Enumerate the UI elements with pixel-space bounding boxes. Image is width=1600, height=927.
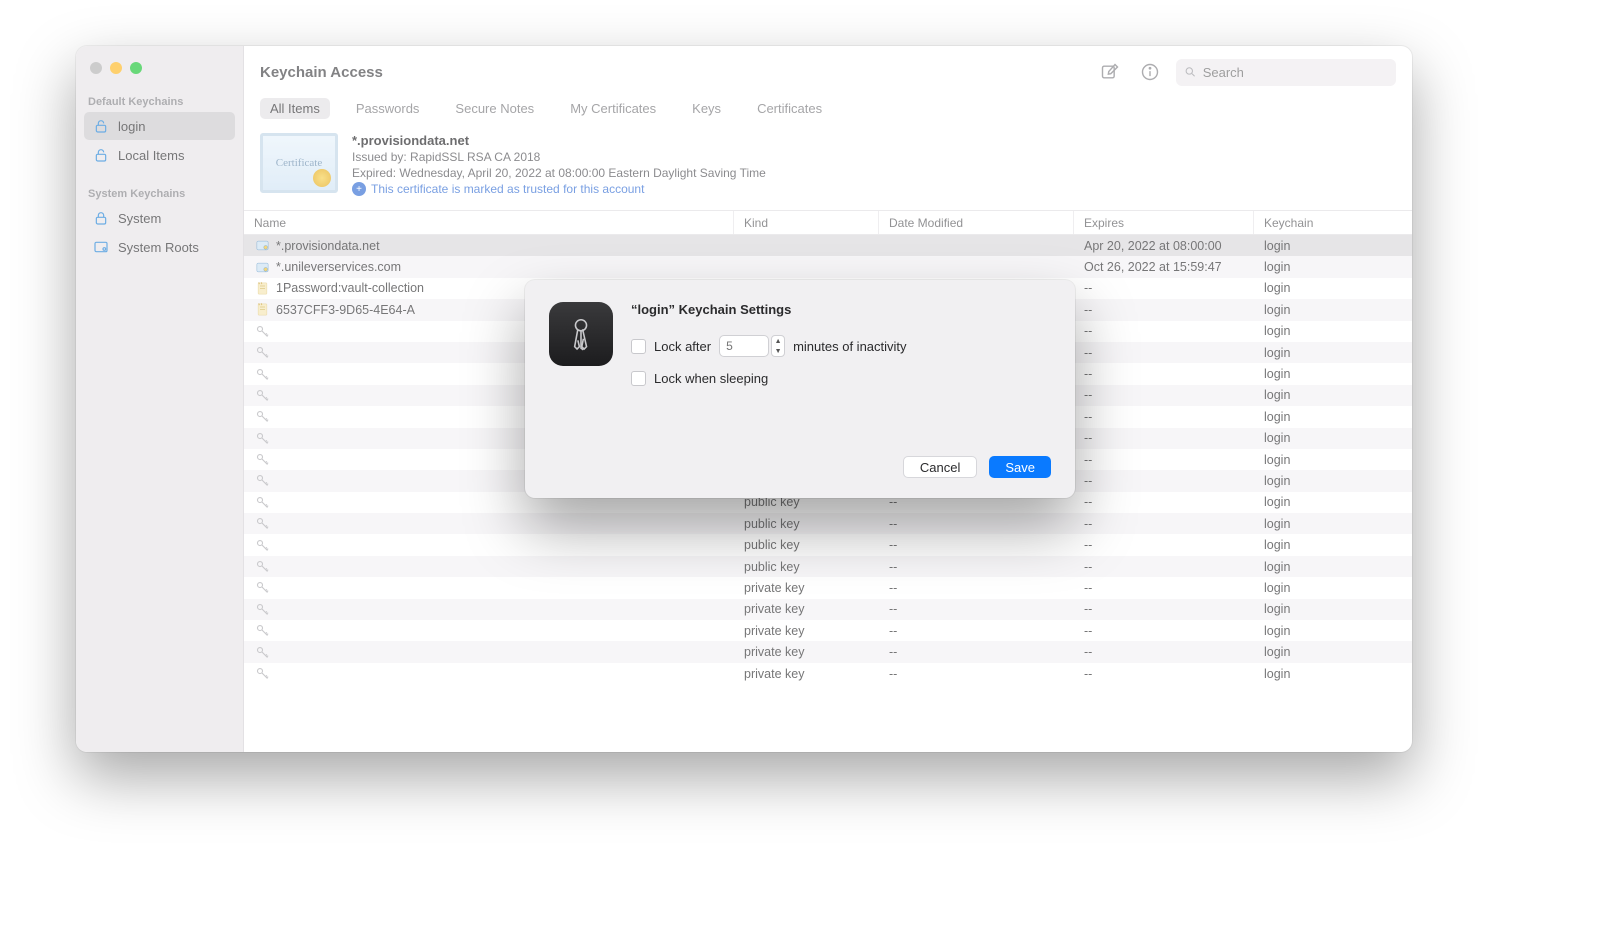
dialog-overlay: “login” Keychain Settings Lock after ▲ ▼… xyxy=(0,0,1600,927)
lock-sleep-checkbox[interactable] xyxy=(631,371,646,386)
lock-sleep-label: Lock when sleeping xyxy=(654,371,768,386)
lock-after-stepper: ▲ ▼ xyxy=(719,335,785,357)
save-button[interactable]: Save xyxy=(989,456,1051,478)
lock-after-input[interactable] xyxy=(719,335,769,357)
keychain-settings-dialog: “login” Keychain Settings Lock after ▲ ▼… xyxy=(525,280,1075,498)
lock-sleep-row: Lock when sleeping xyxy=(631,371,1051,386)
dialog-body: “login” Keychain Settings Lock after ▲ ▼… xyxy=(631,302,1051,478)
keychain-app-icon xyxy=(549,302,613,366)
cancel-button[interactable]: Cancel xyxy=(903,456,977,478)
stepper-down-icon[interactable]: ▼ xyxy=(772,346,784,356)
lock-after-checkbox[interactable] xyxy=(631,339,646,354)
dialog-title: “login” Keychain Settings xyxy=(631,302,1051,317)
lock-after-suffix: minutes of inactivity xyxy=(793,339,906,354)
dialog-buttons: Cancel Save xyxy=(631,456,1051,478)
stepper-buttons[interactable]: ▲ ▼ xyxy=(771,335,785,357)
lock-after-label: Lock after xyxy=(654,339,711,354)
lock-after-row: Lock after ▲ ▼ minutes of inactivity xyxy=(631,335,1051,357)
stepper-up-icon[interactable]: ▲ xyxy=(772,336,784,346)
